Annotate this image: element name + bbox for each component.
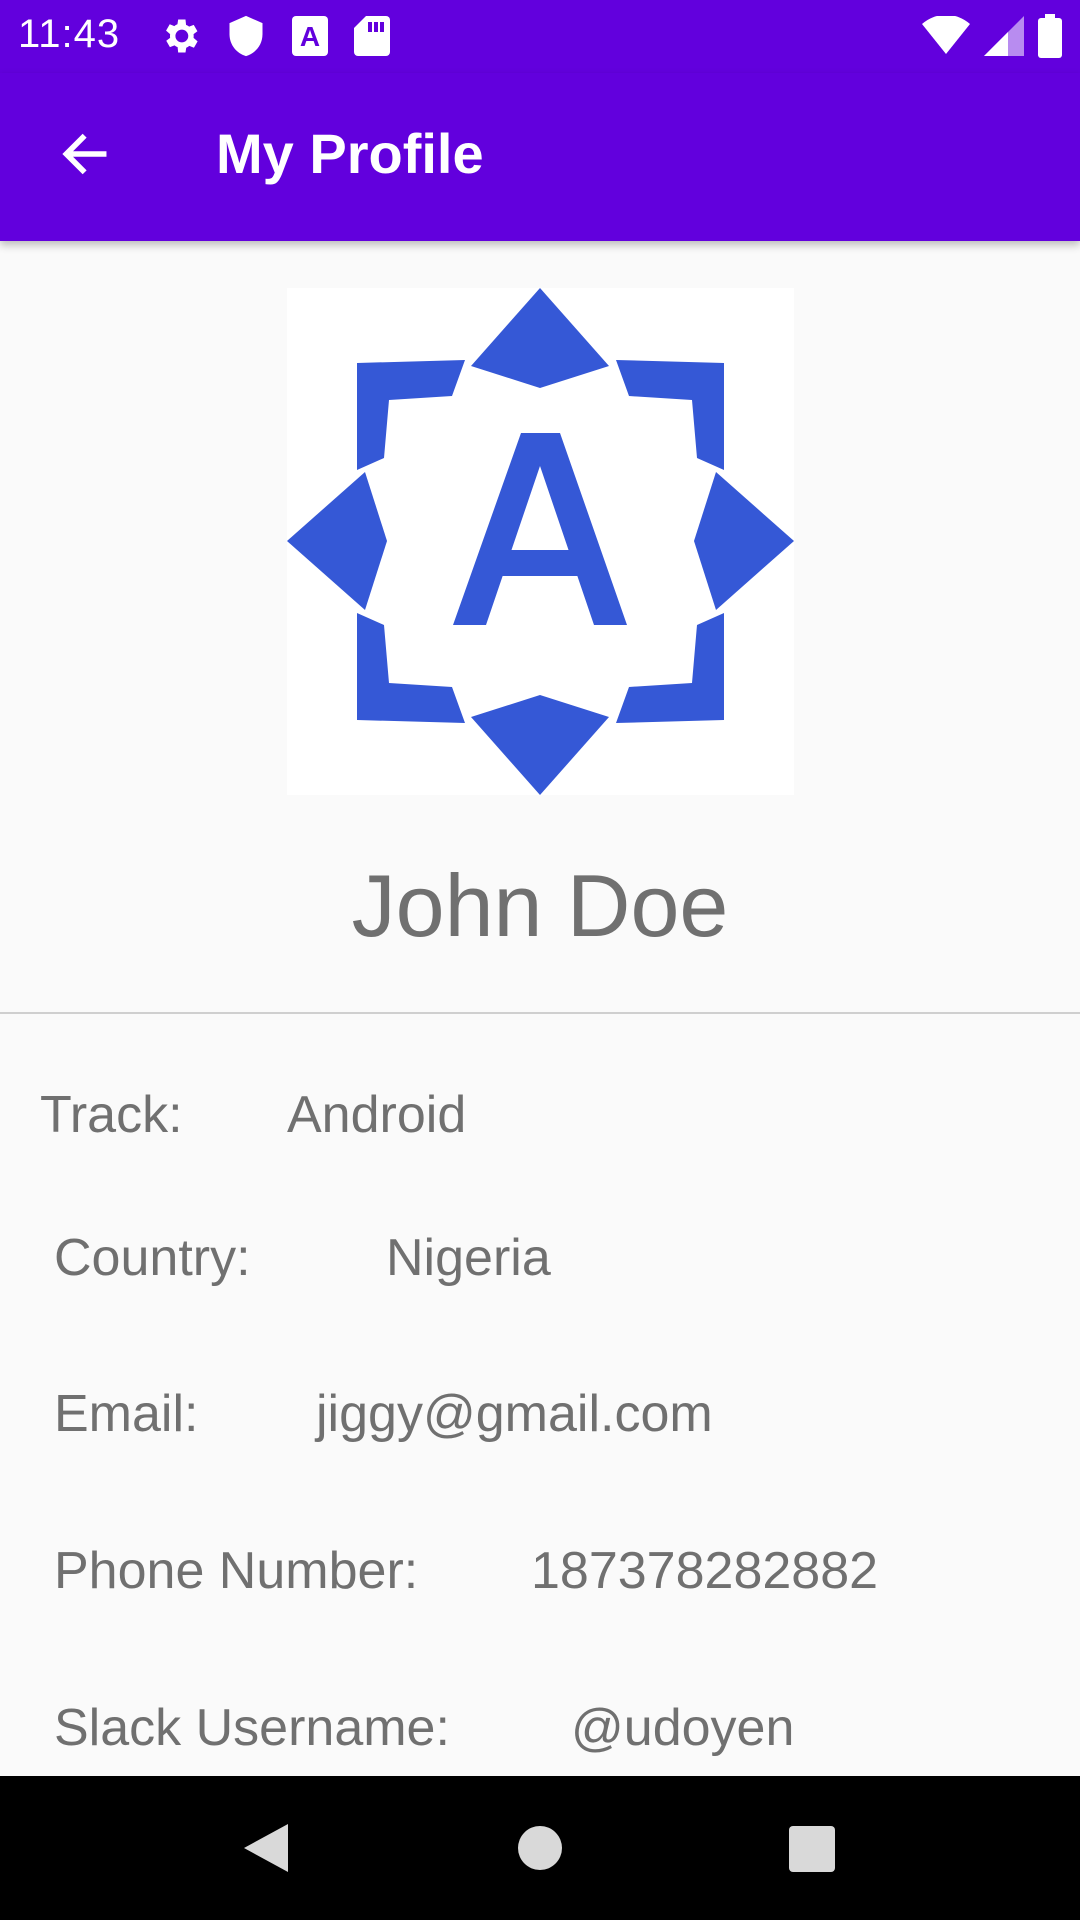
- avatar: [287, 288, 794, 795]
- track-value: Android: [287, 1086, 467, 1144]
- wifi-icon: [922, 16, 970, 56]
- status-time: 11:43: [18, 12, 121, 56]
- nav-recents-button[interactable]: [780, 1816, 844, 1885]
- nav-back-button[interactable]: [238, 1816, 294, 1885]
- back-triangle-icon: [238, 1824, 294, 1884]
- profile-name: John Doe: [351, 856, 729, 955]
- recents-square-icon: [780, 1826, 844, 1884]
- battery-icon: [1038, 14, 1062, 58]
- country-label: Country:: [54, 1229, 251, 1287]
- slack-label: Slack Username:: [54, 1699, 450, 1757]
- star-badge-a-icon: [287, 288, 794, 799]
- page-title: My Profile: [216, 122, 484, 185]
- phone-value: 187378282882: [531, 1542, 879, 1600]
- shield-icon: [226, 14, 266, 58]
- sd-card-icon: [354, 14, 390, 58]
- a-icon: A: [290, 14, 330, 58]
- slack-value: @udoyen: [571, 1699, 795, 1757]
- country-value: Nigeria: [386, 1229, 551, 1287]
- gear-icon: [158, 14, 202, 58]
- email-value: jiggy@gmail.com: [316, 1385, 713, 1443]
- svg-text:A: A: [300, 21, 320, 52]
- back-button[interactable]: [40, 111, 130, 201]
- app-bar: My Profile: [0, 73, 1080, 241]
- navigation-bar: [0, 1776, 1080, 1920]
- nav-home-button[interactable]: [508, 1816, 572, 1885]
- arrow-back-icon: [57, 126, 113, 187]
- phone-label: Phone Number:: [54, 1542, 419, 1600]
- status-bar: 11:43 A: [0, 0, 1080, 73]
- home-circle-icon: [508, 1826, 572, 1884]
- track-label: Track:: [40, 1086, 183, 1144]
- cell-signal-icon: [984, 16, 1024, 56]
- email-label: Email:: [54, 1385, 199, 1443]
- divider: [0, 1012, 1080, 1014]
